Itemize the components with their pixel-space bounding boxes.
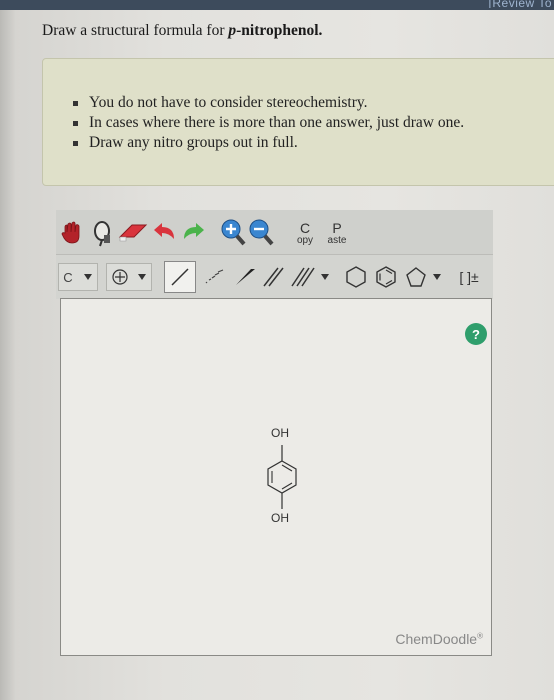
lasso-icon[interactable] [90, 218, 114, 248]
undo-icon[interactable] [152, 220, 178, 244]
pentagon-icon [406, 267, 426, 287]
bullet-icon [73, 141, 78, 146]
hint-list: You do not have to consider stereochemis… [73, 93, 464, 153]
zoom-in-icon[interactable] [220, 218, 246, 246]
double-bond-icon [263, 267, 284, 287]
single-bond-tool[interactable] [164, 261, 196, 293]
bullet-icon [73, 101, 78, 106]
question-compound: -nitrophenol. [236, 22, 323, 39]
chevron-down-icon [83, 274, 92, 280]
chemdoodle-editor: C opy P aste C []± ? OH OH ChemDoodle® [56, 210, 493, 656]
top-oh-label[interactable]: OH [271, 426, 289, 440]
paste-button[interactable]: P aste [322, 218, 352, 248]
hexagon-ring-tool[interactable] [342, 263, 370, 291]
plus-circle-icon [112, 269, 128, 285]
drawing-canvas[interactable]: ? OH OH ChemDoodle® [60, 298, 492, 656]
question-para: p [228, 22, 237, 39]
page: [Review To Draw a structural formula for… [0, 0, 554, 700]
hint-item: Draw any nitro groups out in full. [73, 133, 464, 153]
chemdoodle-logo: ChemDoodle® [395, 631, 483, 647]
hashed-bond-tool[interactable] [200, 263, 228, 291]
benzene-icon [376, 266, 396, 288]
wedge-bond-icon [236, 269, 255, 285]
question-prefix: Draw a structural formula for [42, 22, 229, 39]
phenol-molecule[interactable] [261, 439, 321, 549]
bullet-icon [73, 121, 78, 126]
bracket-charge-tool[interactable]: [ ]± [452, 263, 486, 291]
top-bar [0, 0, 554, 10]
hashed-bond-icon [205, 269, 224, 284]
single-bond-icon [171, 268, 189, 286]
eraser-icon[interactable] [118, 220, 148, 244]
wedge-bond-tool[interactable] [232, 263, 258, 291]
charge-plus-selector[interactable] [106, 263, 152, 291]
pentagon-ring-tool[interactable] [402, 263, 430, 291]
help-icon[interactable]: ? [465, 323, 487, 345]
redo-icon[interactable] [180, 220, 206, 244]
toolbar-bottom: C []± [56, 254, 493, 299]
edge-shadow [0, 0, 16, 700]
chevron-down-icon [321, 274, 329, 280]
zoom-out-icon[interactable] [248, 218, 274, 246]
ring-dropdown[interactable] [430, 269, 444, 285]
hint-box: You do not have to consider stereochemis… [42, 58, 554, 186]
review-topics-link[interactable]: [Review To [487, 0, 554, 8]
chevron-down-icon [433, 274, 441, 280]
triple-bond-icon [291, 267, 315, 287]
double-bond-tool[interactable] [260, 263, 286, 291]
chevron-down-icon [138, 274, 146, 280]
hint-item: You do not have to consider stereochemis… [73, 93, 464, 113]
hint-item: In cases where there is more than one an… [73, 113, 464, 133]
toolbar-top: C opy P aste [56, 210, 493, 254]
question-text: Draw a structural formula for p-nitrophe… [42, 22, 322, 40]
hexagon-icon [346, 266, 366, 288]
triple-bond-tool[interactable] [288, 263, 332, 291]
copy-button[interactable]: C opy [292, 218, 318, 248]
benzene-ring-tool[interactable] [372, 263, 400, 291]
pan-hand-icon[interactable] [60, 220, 84, 246]
element-selector[interactable]: C [58, 263, 98, 291]
bottom-oh-label[interactable]: OH [271, 511, 289, 525]
